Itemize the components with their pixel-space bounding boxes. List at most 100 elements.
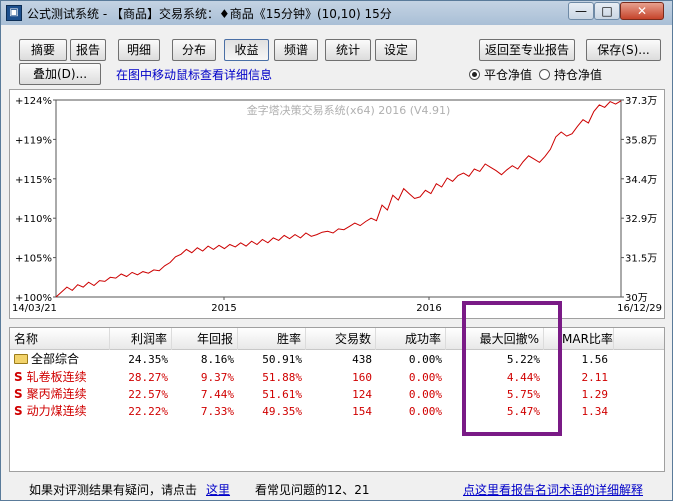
tab-settings[interactable]: 设定 xyxy=(375,39,417,61)
y-right-tick-label: 31.5万 xyxy=(625,254,657,265)
equity-chart[interactable]: 金字塔决策交易系统(x64) 2016 (V4.91) +124% +119% +11… xyxy=(9,89,665,319)
row-name: S 聚丙烯连续 xyxy=(14,386,110,403)
minimize-button[interactable]: — xyxy=(568,2,594,20)
cell-trades: 154 xyxy=(352,405,372,418)
cell-profit: 22.22% xyxy=(128,405,168,418)
y-right-tick-label: 32.9万 xyxy=(625,214,657,225)
x-tick-label: 2015 xyxy=(211,303,236,314)
strategy-s-icon: S xyxy=(14,387,23,401)
back-to-report-button[interactable]: 返回至专业报告 xyxy=(479,39,575,61)
tab-detail[interactable]: 明细 xyxy=(118,39,160,61)
y-right-tick-label: 35.8万 xyxy=(625,135,657,146)
tab-statistics[interactable]: 统计 xyxy=(325,39,371,61)
y-left-tick-label: +110% xyxy=(15,214,52,225)
overlay-button[interactable]: 叠加(D)... xyxy=(19,63,101,85)
cell-trades: 160 xyxy=(352,371,372,384)
footer-glossary-link[interactable]: 点这里看报告名词术语的详细解释 xyxy=(463,481,643,498)
close-button[interactable]: ✕ xyxy=(620,2,664,20)
cell-annual: 7.44% xyxy=(200,388,234,401)
col-header-winrate[interactable]: 胜率 xyxy=(238,328,306,350)
radio-dot-selected xyxy=(469,69,480,80)
strategy-s-icon: S xyxy=(14,370,23,384)
tab-report[interactable]: 报告 xyxy=(70,39,106,61)
row-name-text: 全部综合 xyxy=(31,352,80,366)
cell-profit: 24.35% xyxy=(128,353,168,366)
results-table[interactable]: 名称 利润率 年回报 胜率 交易数 成功率 最大回撤% MAR比率 全部综合 2… xyxy=(9,327,665,472)
save-button[interactable]: 保存(S)... xyxy=(586,39,661,61)
table-row[interactable]: S 动力煤连续 22.22% 7.33% 49.35% 154 0.00% 5.4… xyxy=(10,403,664,420)
table-row[interactable]: S 聚丙烯连续 22.57% 7.44% 51.61% 124 0.00% 5.7… xyxy=(10,386,664,403)
row-name-text: 聚丙烯连续 xyxy=(26,387,87,401)
y-right-tick-label: 37.3万 xyxy=(625,96,657,107)
tab-summary[interactable]: 摘要 xyxy=(19,39,67,61)
col-header-mar[interactable]: MAR比率 xyxy=(544,328,614,350)
row-name: 全部综合 xyxy=(14,351,110,368)
y-right-tick-label: 34.4万 xyxy=(625,175,657,186)
cell-mar: 1.29 xyxy=(581,388,609,401)
cell-profit: 28.27% xyxy=(128,371,168,384)
cell-profit: 22.57% xyxy=(128,388,168,401)
cell-annual: 8.16% xyxy=(200,353,234,366)
cell-success: 0.00% xyxy=(408,388,442,401)
radio-hold-label: 持仓净值 xyxy=(554,68,603,82)
radio-dot xyxy=(539,69,550,80)
footer-note: 如果对评测结果有疑问，请点击 xyxy=(29,483,198,497)
app-icon: ▣ xyxy=(6,5,22,21)
cell-annual: 7.33% xyxy=(200,405,234,418)
y-left-tick-label: +124% xyxy=(15,96,52,107)
col-header-trades[interactable]: 交易数 xyxy=(306,328,376,350)
col-header-annual[interactable]: 年回报 xyxy=(172,328,238,350)
radio-flat-label: 平仓净值 xyxy=(484,68,533,82)
cell-winrate: 51.61% xyxy=(262,388,302,401)
col-header-name[interactable]: 名称 xyxy=(14,328,110,350)
table-row-summary[interactable]: 全部综合 24.35% 8.16% 50.91% 438 0.00% 5.22%… xyxy=(10,351,664,368)
cell-maxdd: 5.75% xyxy=(506,388,540,401)
x-tick-label: 16/12/29 xyxy=(617,303,662,314)
col-header-maxdd[interactable]: 最大回撤% xyxy=(446,328,544,350)
footer-bar: 如果对评测结果有疑问，请点击 这里 看常见问题的12、21 点这里看报告名词术语… xyxy=(1,477,672,501)
cell-winrate: 49.35% xyxy=(262,405,302,418)
col-header-success[interactable]: 成功率 xyxy=(376,328,446,350)
equity-chart-svg[interactable]: 金字塔决策交易系统(x64) 2016 (V4.91) +124% +119% +11… xyxy=(10,90,664,318)
strategy-s-icon: S xyxy=(14,404,23,418)
cell-annual: 9.37% xyxy=(200,371,234,384)
row-name-text: 动力煤连续 xyxy=(26,404,87,418)
hover-hint: 在图中移动鼠标查看详细信息 xyxy=(116,68,273,82)
cell-winrate: 50.91% xyxy=(262,353,302,366)
row-name: S 动力煤连续 xyxy=(14,403,110,420)
x-tick-label: 14/03/21 xyxy=(12,303,57,314)
row-name: S 轧卷板连续 xyxy=(14,369,110,386)
y-left-tick-label: +119% xyxy=(15,135,52,146)
cell-maxdd: 4.44% xyxy=(506,371,540,384)
cell-trades: 124 xyxy=(352,388,372,401)
radio-flat-equity[interactable]: 平仓净值 xyxy=(469,66,532,83)
tab-returns[interactable]: 收益 xyxy=(224,39,269,61)
cell-mar: 1.56 xyxy=(581,353,609,366)
main-window: ▣ 公式测试系统 - 【商品】交易系统：♦商品《15分钟》(10,10) 15分… xyxy=(0,0,673,501)
cell-success: 0.00% xyxy=(408,405,442,418)
plot-area xyxy=(55,99,622,298)
cell-winrate: 51.88% xyxy=(262,371,302,384)
cell-maxdd: 5.22% xyxy=(506,353,540,366)
tab-spectrum[interactable]: 频谱 xyxy=(274,39,318,61)
title-bar[interactable]: ▣ 公式测试系统 - 【商品】交易系统：♦商品《15分钟》(10,10) 15分… xyxy=(1,1,672,25)
y-left-tick-label: +115% xyxy=(15,175,52,186)
footer-faq-text: 看常见问题的12、21 xyxy=(255,483,370,497)
tab-distribution[interactable]: 分布 xyxy=(172,39,216,61)
cell-success: 0.00% xyxy=(408,371,442,384)
col-header-profit[interactable]: 利润率 xyxy=(110,328,172,350)
folder-icon xyxy=(14,354,28,364)
row-name-text: 轧卷板连续 xyxy=(26,370,87,384)
table-header: 名称 利润率 年回报 胜率 交易数 成功率 最大回撤% MAR比率 xyxy=(10,328,664,350)
table-row[interactable]: S 轧卷板连续 28.27% 9.37% 51.88% 160 0.00% 4.4… xyxy=(10,369,664,386)
cell-success: 0.00% xyxy=(408,353,442,366)
cell-mar: 1.34 xyxy=(581,405,609,418)
maximize-button[interactable]: □ xyxy=(594,2,620,20)
cell-mar: 2.11 xyxy=(581,371,609,384)
window-title: 公式测试系统 - 【商品】交易系统：♦商品《15分钟》(10,10) 15分 xyxy=(27,7,392,21)
x-tick-label: 2016 xyxy=(416,303,441,314)
footer-here-link[interactable]: 这里 xyxy=(206,481,230,498)
chart-watermark: 金字塔决策交易系统(x64) 2016 (V4.91) xyxy=(247,103,451,117)
radio-hold-equity[interactable]: 持仓净值 xyxy=(539,66,602,83)
cell-trades: 438 xyxy=(352,353,372,366)
